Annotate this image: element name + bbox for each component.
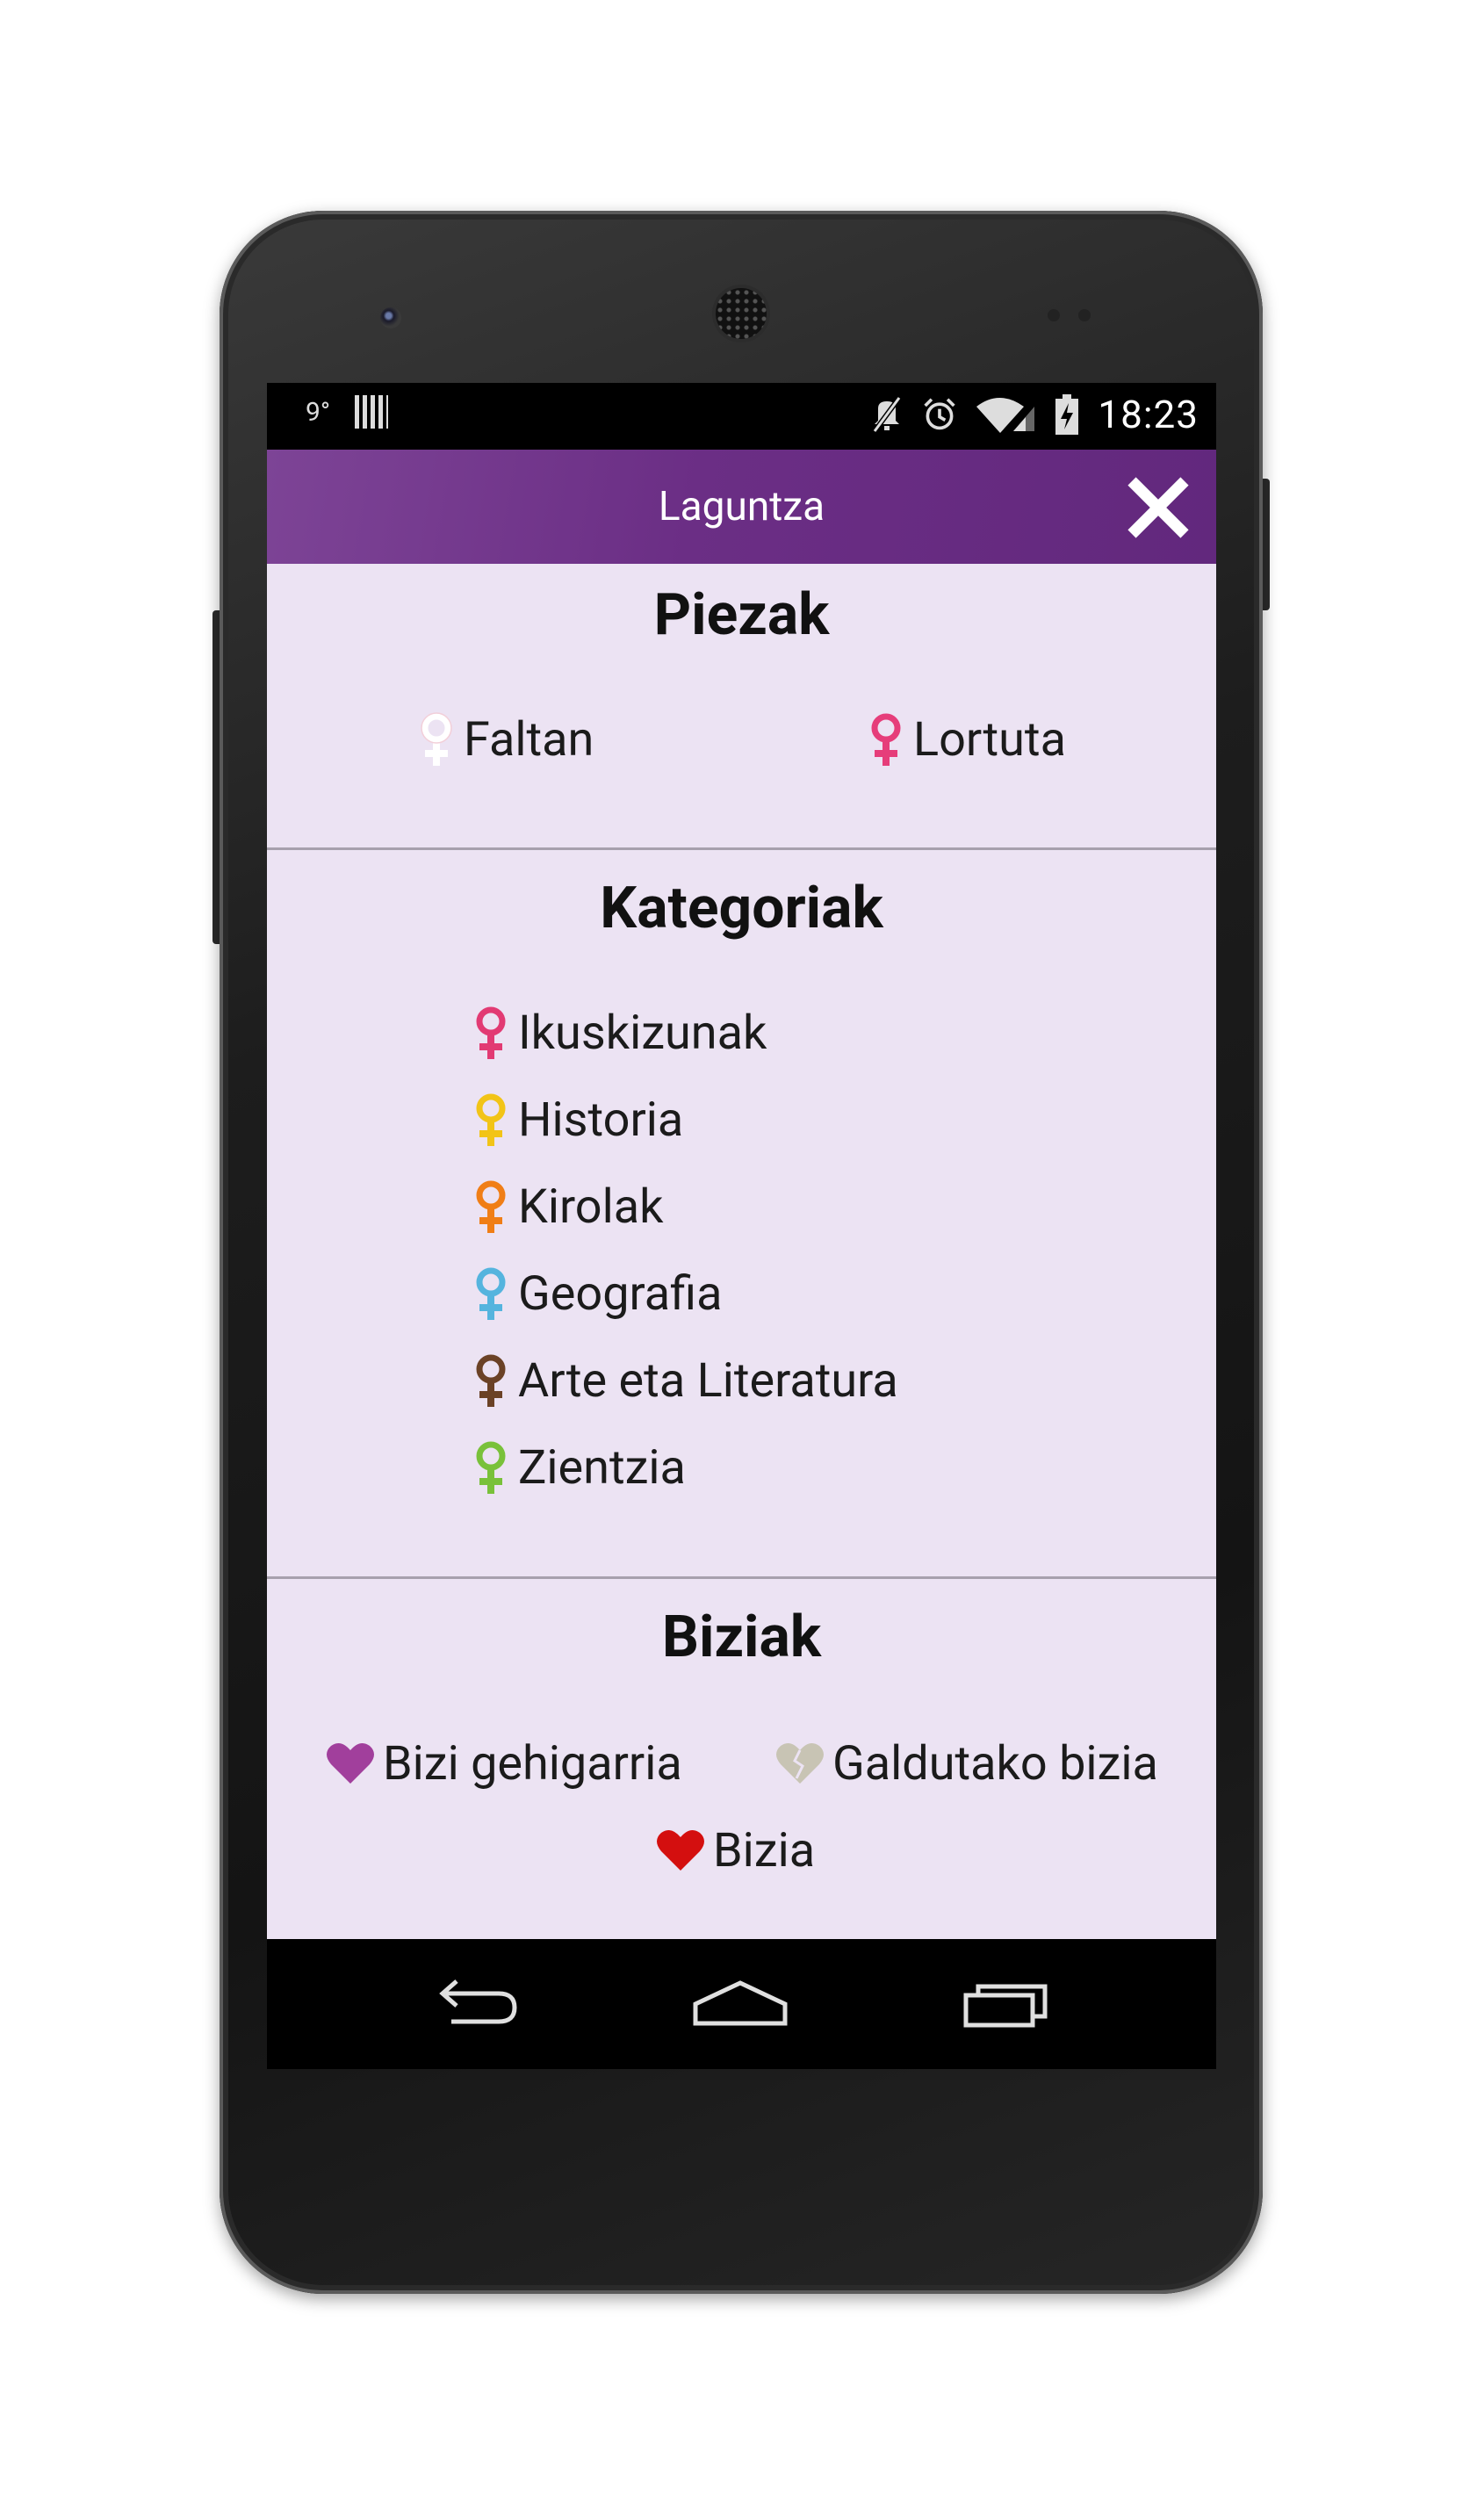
back-icon — [439, 1979, 517, 2024]
legend-label: Lortuta — [913, 711, 1066, 768]
home-icon — [693, 1980, 788, 2026]
category-item-geografia: Geografia — [471, 1265, 722, 1322]
legend-item-faltan: Faltan — [416, 711, 594, 768]
navigation-bar — [267, 1939, 1216, 2069]
category-label: Arte eta Literatura — [518, 1352, 898, 1409]
venus-icon — [416, 711, 457, 768]
category-item-zientzia: Zientzia — [471, 1439, 686, 1496]
venus-icon — [471, 1439, 511, 1496]
alarm-icon — [922, 393, 957, 436]
section-title-kategoriak: Kategoriak — [600, 875, 883, 942]
close-icon — [1127, 477, 1189, 538]
broken-heart-icon — [774, 1735, 825, 1792]
app-bar: Laguntza — [267, 450, 1216, 564]
status-bar: 9° 18:23 — [267, 383, 1216, 450]
heart-icon — [655, 1822, 706, 1878]
heart-icon — [325, 1735, 376, 1792]
category-label: Kirolak — [518, 1179, 664, 1235]
wifi-icon — [975, 393, 1036, 436]
category-label: Ikuskizunak — [518, 1005, 767, 1061]
help-content: Piezak Faltan Lortuta Kategoriak Ikuskiz… — [267, 564, 1216, 1939]
section-divider — [267, 1576, 1216, 1579]
category-label: Historia — [518, 1092, 684, 1148]
category-label: Geografia — [518, 1265, 723, 1322]
legend-label: Faltan — [464, 711, 594, 768]
section-title-biziak: Biziak — [661, 1604, 822, 1671]
proximity-sensor — [1048, 309, 1060, 321]
earpiece-speaker — [716, 288, 767, 339]
venus-icon — [471, 1179, 511, 1235]
venus-icon — [471, 1005, 511, 1061]
life-item-bizia: Bizia — [655, 1822, 815, 1878]
home-button[interactable] — [692, 1974, 789, 2036]
page-title: Laguntza — [658, 483, 825, 530]
venus-icon — [471, 1265, 511, 1322]
section-divider — [267, 847, 1216, 850]
life-item-bizi-gehigarria: Bizi gehigarria — [325, 1735, 682, 1792]
recent-apps-icon — [963, 1984, 1048, 2028]
clock: 18:23 — [1098, 392, 1199, 437]
recent-apps-button[interactable] — [961, 1974, 1057, 2036]
life-label: Galdutako bizia — [832, 1735, 1158, 1792]
back-button[interactable] — [427, 1974, 523, 2036]
mute-icon — [869, 393, 904, 436]
light-sensor — [1078, 309, 1091, 321]
life-item-galdutako-bizia: Galdutako bizia — [774, 1735, 1158, 1792]
category-item-kirolak: Kirolak — [471, 1179, 663, 1235]
barcode-icon — [355, 395, 389, 429]
life-label: Bizia — [713, 1822, 816, 1878]
category-item-ikuskizunak: Ikuskizunak — [471, 1005, 767, 1061]
venus-icon — [471, 1352, 511, 1409]
life-label: Bizi gehigarria — [383, 1735, 682, 1792]
section-title-piezak: Piezak — [653, 581, 830, 649]
front-camera — [380, 307, 401, 328]
category-item-arte-eta-literatura: Arte eta Literatura — [471, 1352, 898, 1409]
category-label: Zientzia — [518, 1439, 686, 1496]
category-item-historia: Historia — [471, 1092, 683, 1148]
close-button[interactable] — [1123, 472, 1193, 543]
battery-charging-icon — [1054, 393, 1080, 436]
legend-item-lortuta: Lortuta — [866, 711, 1066, 768]
venus-icon — [471, 1092, 511, 1148]
temperature-indicator: 9° — [306, 396, 331, 428]
screen: 9° 18:23 Laguntza Piezak Faltan Lortuta … — [267, 383, 1216, 2069]
venus-icon — [866, 711, 906, 768]
